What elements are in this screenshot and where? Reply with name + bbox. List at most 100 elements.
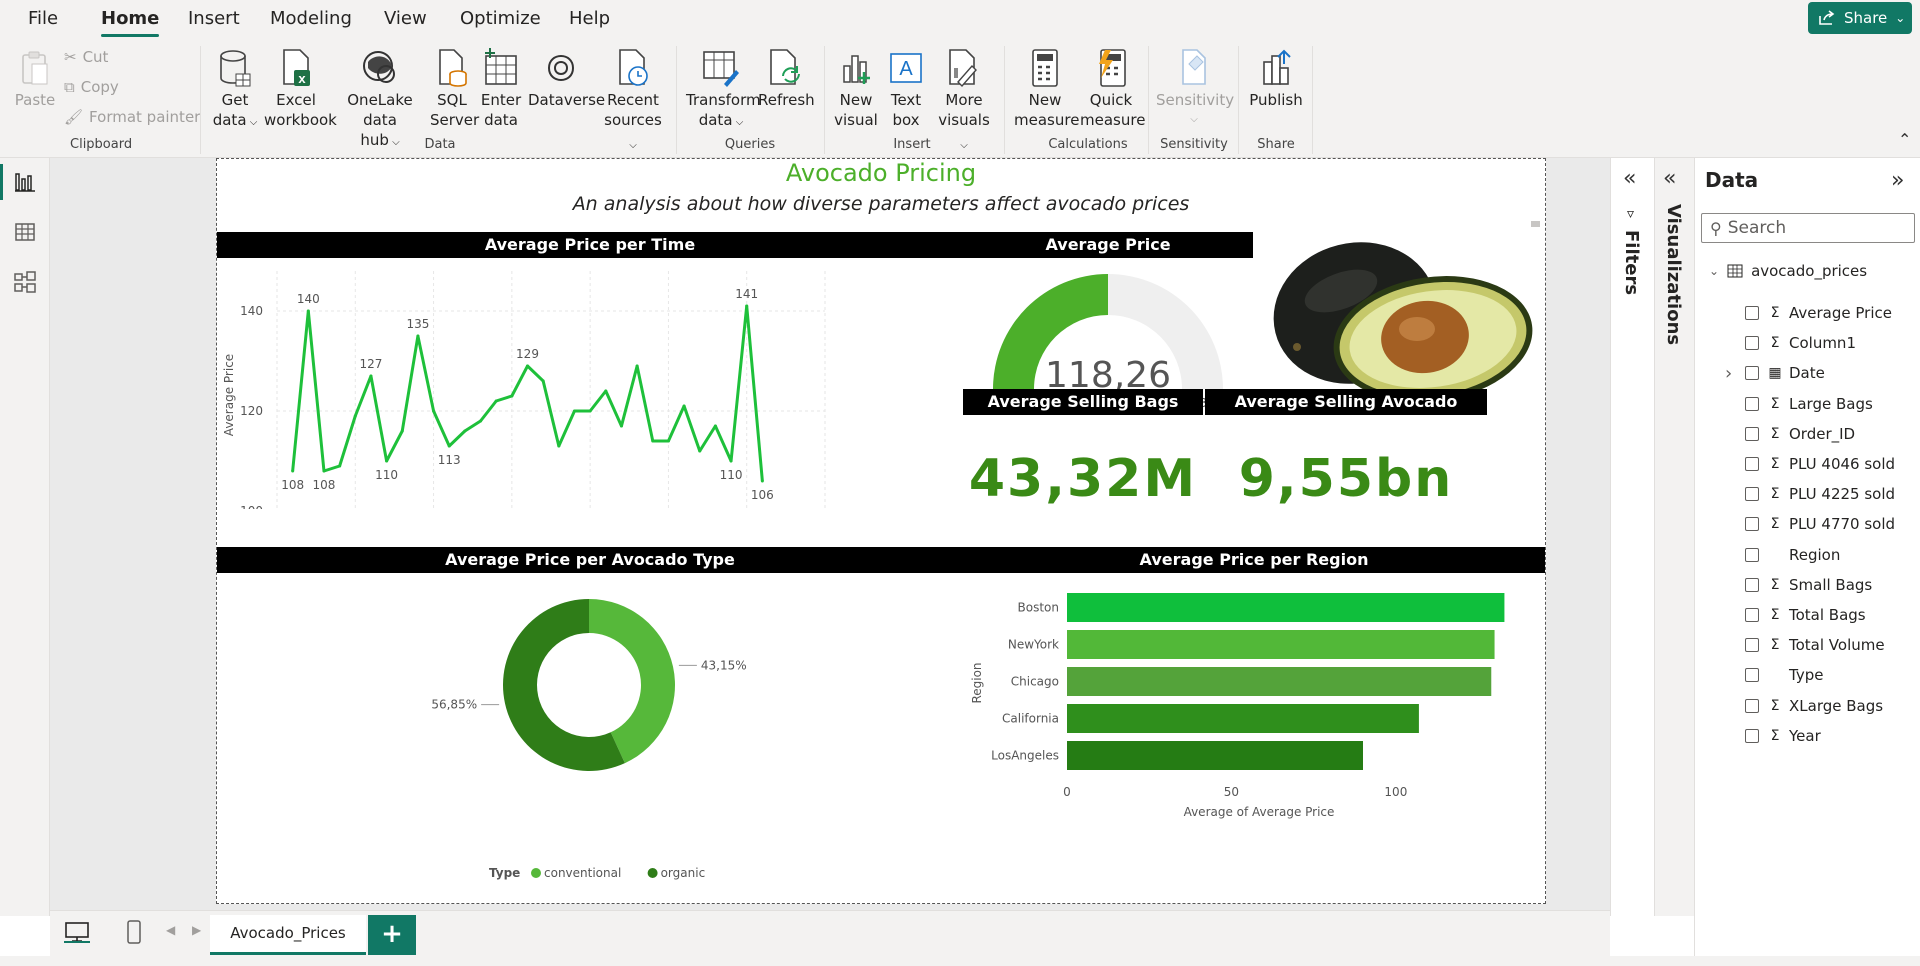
quick-measure-button[interactable]: Quick measure — [1080, 46, 1145, 130]
data-point — [385, 459, 389, 463]
data-label: 108 — [281, 478, 304, 492]
field-search-input[interactable]: ⚲ Search — [1701, 213, 1915, 243]
field-item[interactable]: Σ Total Bags — [1745, 604, 1866, 626]
excel-label-1: Excel — [276, 91, 316, 109]
bar-chicago — [1067, 667, 1492, 696]
field-checkbox[interactable] — [1745, 668, 1759, 683]
collapse-ribbon-icon[interactable]: ⌃ — [1898, 130, 1911, 149]
field-item[interactable]: Region — [1745, 544, 1840, 566]
field-checkbox[interactable] — [1745, 728, 1759, 743]
publish-button[interactable]: Publish — [1248, 46, 1304, 110]
menu-insert[interactable]: Insert — [188, 8, 240, 29]
field-checkbox[interactable] — [1745, 336, 1759, 351]
bar-chart[interactable]: Boston NewYork Chicago California LosAngeles… — [963, 575, 1545, 903]
sensitivity-button[interactable]: Sensitivity ⌵ — [1156, 46, 1234, 130]
field-item[interactable]: Σ PLU 4225 sold — [1745, 483, 1895, 505]
x-tick-label: 0 — [1063, 785, 1071, 799]
group-separator — [1148, 46, 1149, 154]
desktop-layout-icon[interactable] — [64, 921, 90, 943]
paste-button[interactable]: Paste — [14, 46, 56, 110]
field-checkbox[interactable] — [1745, 638, 1759, 653]
text-box-button[interactable]: A Text box — [884, 46, 928, 130]
data-point — [447, 444, 451, 448]
menu-view[interactable]: View — [384, 8, 427, 29]
mobile-layout-icon[interactable] — [126, 919, 142, 945]
data-point — [666, 439, 670, 443]
expand-chevron-icon[interactable]: › — [1725, 363, 1732, 384]
menu-optimize[interactable]: Optimize — [460, 8, 541, 29]
field-checkbox[interactable] — [1745, 366, 1759, 381]
data-point — [604, 389, 608, 393]
chevron-down-icon: ⌵ — [1190, 114, 1198, 125]
excel-workbook-button[interactable]: x Excel workbook — [264, 46, 337, 130]
donut-chart[interactable]: 43,15% 56,85% Type conventional organic — [217, 575, 963, 903]
field-checkbox[interactable] — [1745, 608, 1759, 622]
avocado-image — [1273, 242, 1533, 402]
field-checkbox[interactable] — [1745, 517, 1759, 532]
refresh-button[interactable]: Refresh — [758, 46, 815, 110]
transform-data-button[interactable]: Transform data ⌵ — [686, 46, 761, 133]
field-item[interactable]: Σ PLU 4770 sold — [1745, 513, 1895, 535]
enter-data-button[interactable]: Enter data — [478, 46, 524, 130]
sql-server-button[interactable]: SQL Server — [430, 46, 479, 130]
field-checkbox[interactable] — [1745, 698, 1759, 713]
field-checkbox[interactable] — [1745, 547, 1759, 562]
data-point — [745, 304, 749, 308]
format-painter-button[interactable]: 🖌 Format painter — [64, 108, 200, 126]
next-page-icon[interactable]: ▶ — [192, 923, 201, 937]
legend-item: organic — [661, 866, 706, 880]
new-visual-button[interactable]: New visual — [834, 46, 878, 130]
data-point — [494, 399, 498, 403]
report-view-icon[interactable] — [13, 170, 37, 194]
collapse-data-pane-icon[interactable]: » — [1891, 168, 1904, 193]
field-item[interactable]: Σ Year — [1745, 725, 1821, 747]
field-item[interactable]: Σ PLU 4046 sold — [1745, 453, 1895, 475]
field-checkbox[interactable] — [1745, 487, 1759, 502]
model-view-icon[interactable] — [13, 270, 37, 294]
cut-button[interactable]: ✂ Cut — [64, 48, 108, 66]
field-item[interactable]: Σ Small Bags — [1745, 574, 1872, 596]
line-chart[interactable]: 05101520253035100120140YearAverage Price… — [217, 259, 963, 509]
filters-pane[interactable]: « ▿ Filters — [1610, 158, 1654, 916]
add-page-button[interactable]: + — [368, 915, 416, 955]
field-item[interactable]: Σ Column1 — [1745, 332, 1856, 354]
menu-home[interactable]: Home — [101, 8, 160, 37]
gauge-chart[interactable]: 118,260,00236,52 — [963, 259, 1253, 409]
field-item[interactable]: Type — [1745, 664, 1823, 686]
report-subtitle: An analysis about how diverse parameters… — [572, 193, 1190, 215]
field-item[interactable]: Σ XLarge Bags — [1745, 695, 1883, 717]
expand-chevron-icon[interactable]: « — [1663, 166, 1676, 191]
field-checkbox[interactable] — [1745, 457, 1759, 471]
copy-button[interactable]: ⧉ Copy — [64, 78, 119, 96]
recent-sources-button[interactable]: Recent sources ⌵ — [600, 46, 666, 156]
get-data-label-2: data — [212, 111, 247, 129]
menu-help[interactable]: Help — [569, 8, 610, 29]
field-item[interactable]: › ▦ Date — [1725, 362, 1825, 384]
menu-modeling[interactable]: Modeling — [270, 8, 352, 29]
field-name: Average Price — [1789, 304, 1892, 322]
text-box-label-2: box — [892, 111, 920, 129]
bags-value: 43,32M — [968, 449, 1198, 509]
field-item[interactable]: Σ Total Volume — [1745, 634, 1885, 656]
table-view-icon[interactable] — [13, 220, 37, 244]
field-checkbox[interactable] — [1745, 426, 1759, 441]
new-measure-button[interactable]: New measure — [1014, 46, 1079, 130]
field-checkbox[interactable] — [1745, 306, 1759, 320]
dataverse-button[interactable]: Dataverse — [528, 46, 605, 110]
field-item[interactable]: Σ Average Price — [1745, 302, 1892, 324]
field-checkbox[interactable] — [1745, 577, 1759, 592]
collapse-chevron-icon[interactable]: « — [1623, 166, 1636, 191]
more-visuals-button[interactable]: More visuals ⌵ — [934, 46, 994, 156]
get-data-button[interactable]: Get data ⌵ — [210, 46, 260, 133]
sigma-icon: Σ — [1770, 607, 1780, 623]
page-tab-avocado-prices[interactable]: Avocado_Prices — [210, 915, 366, 955]
share-button[interactable]: Share ⌄ — [1808, 2, 1912, 34]
previous-page-icon[interactable]: ◀ — [166, 923, 175, 937]
visualizations-pane[interactable]: « Visualizations — [1654, 158, 1694, 916]
field-item[interactable]: Σ Order_ID — [1745, 423, 1855, 445]
visual-handle[interactable] — [1531, 221, 1540, 227]
table-node[interactable]: ⌄ avocado_prices — [1709, 262, 1867, 280]
field-item[interactable]: Σ Large Bags — [1745, 393, 1873, 415]
field-checkbox[interactable] — [1745, 396, 1759, 411]
menu-file[interactable]: File — [28, 8, 58, 29]
